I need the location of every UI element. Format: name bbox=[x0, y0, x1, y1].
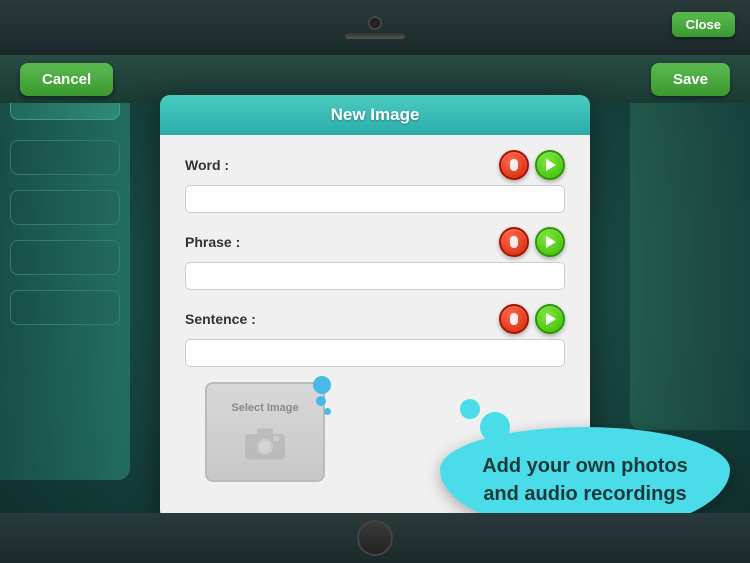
word-field-header: Word : bbox=[185, 150, 565, 180]
select-image-label: Select Image bbox=[231, 402, 298, 414]
select-image-button[interactable]: Select Image bbox=[205, 382, 325, 482]
bubble-text-line2: and audio recordings bbox=[470, 480, 700, 508]
left-panel-item-3 bbox=[10, 190, 120, 225]
sentence-play-button[interactable] bbox=[535, 304, 565, 334]
device-camera bbox=[368, 16, 382, 30]
word-record-button[interactable] bbox=[499, 150, 529, 180]
word-controls bbox=[499, 150, 565, 180]
left-panel-item-2 bbox=[10, 140, 120, 175]
sentence-field-row: Sentence : bbox=[185, 304, 565, 367]
dot-large bbox=[313, 376, 331, 394]
phrase-field-row: Phrase : bbox=[185, 227, 565, 290]
sentence-record-button[interactable] bbox=[499, 304, 529, 334]
device-header bbox=[0, 0, 750, 55]
save-button[interactable]: Save bbox=[651, 63, 730, 96]
phrase-input[interactable] bbox=[185, 262, 565, 290]
dialog-title: New Image bbox=[331, 105, 420, 124]
left-panel-item-4 bbox=[10, 240, 120, 275]
device-top-bar bbox=[345, 16, 405, 39]
sentence-field-header: Sentence : bbox=[185, 304, 565, 334]
word-input[interactable] bbox=[185, 185, 565, 213]
phrase-record-button[interactable] bbox=[499, 227, 529, 257]
right-monitor bbox=[630, 50, 750, 430]
word-label: Word : bbox=[185, 157, 229, 173]
word-play-button[interactable] bbox=[535, 150, 565, 180]
left-panel bbox=[0, 60, 130, 480]
camera-icon bbox=[240, 422, 290, 462]
dialog-header: New Image bbox=[160, 95, 590, 135]
device-footer bbox=[0, 513, 750, 563]
sentence-controls bbox=[499, 304, 565, 334]
phrase-play-button[interactable] bbox=[535, 227, 565, 257]
dot-small-2 bbox=[324, 408, 331, 415]
home-button[interactable] bbox=[357, 520, 393, 556]
phrase-label: Phrase : bbox=[185, 234, 240, 250]
phrase-field-header: Phrase : bbox=[185, 227, 565, 257]
dot-small-1 bbox=[316, 396, 326, 406]
phrase-controls bbox=[499, 227, 565, 257]
word-field-row: Word : bbox=[185, 150, 565, 213]
device-speaker bbox=[345, 33, 405, 39]
cancel-button[interactable]: Cancel bbox=[20, 63, 113, 96]
sentence-input[interactable] bbox=[185, 339, 565, 367]
sentence-label: Sentence : bbox=[185, 311, 256, 327]
left-panel-item-5 bbox=[10, 290, 120, 325]
bubble-text-line1: Add your own photos bbox=[470, 452, 700, 480]
close-button[interactable]: Close bbox=[672, 12, 735, 37]
